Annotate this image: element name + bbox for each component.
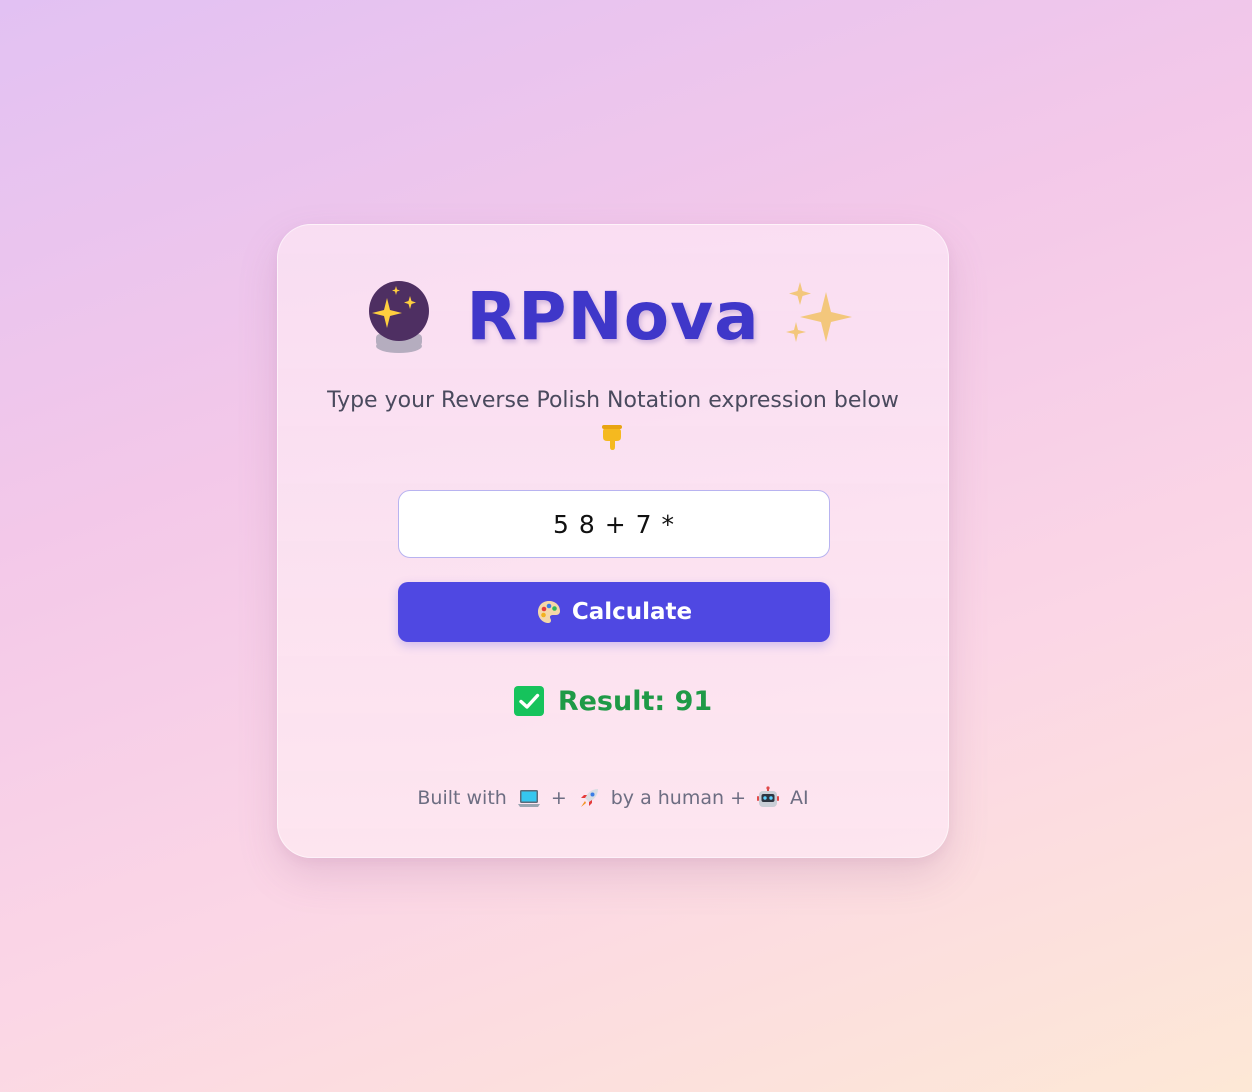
result-display: Result: 91 [278,681,948,721]
footer-plus: + [550,787,567,809]
pointing-down-icon [602,425,622,450]
calculate-button-label: Calculate [571,599,693,625]
footer-ai: AI [790,787,809,809]
footer-by-human: by a human + [610,787,746,809]
header: RPNova [278,277,948,357]
crystal-ball-icon [369,281,430,353]
expression-input[interactable] [398,490,830,558]
calculator-card: RPNova Type your Reverse Polish Notation… [277,224,949,858]
check-mark-icon [513,686,544,716]
artist-palette-icon [537,601,560,623]
result-text: Result: 91 [557,685,713,717]
footer: Built with + by a human + AI [278,781,948,815]
sparkles-icon [785,282,852,342]
calculate-button[interactable]: Calculate [398,582,830,642]
app-title: RPNova [466,278,760,355]
rocket-icon [580,789,598,807]
robot-icon [757,786,779,807]
laptop-icon [517,790,540,807]
instructions: Type your Reverse Polish Notation expres… [318,383,908,455]
instructions-text: Type your Reverse Polish Notation expres… [327,388,899,413]
footer-built-with: Built with [417,787,507,809]
